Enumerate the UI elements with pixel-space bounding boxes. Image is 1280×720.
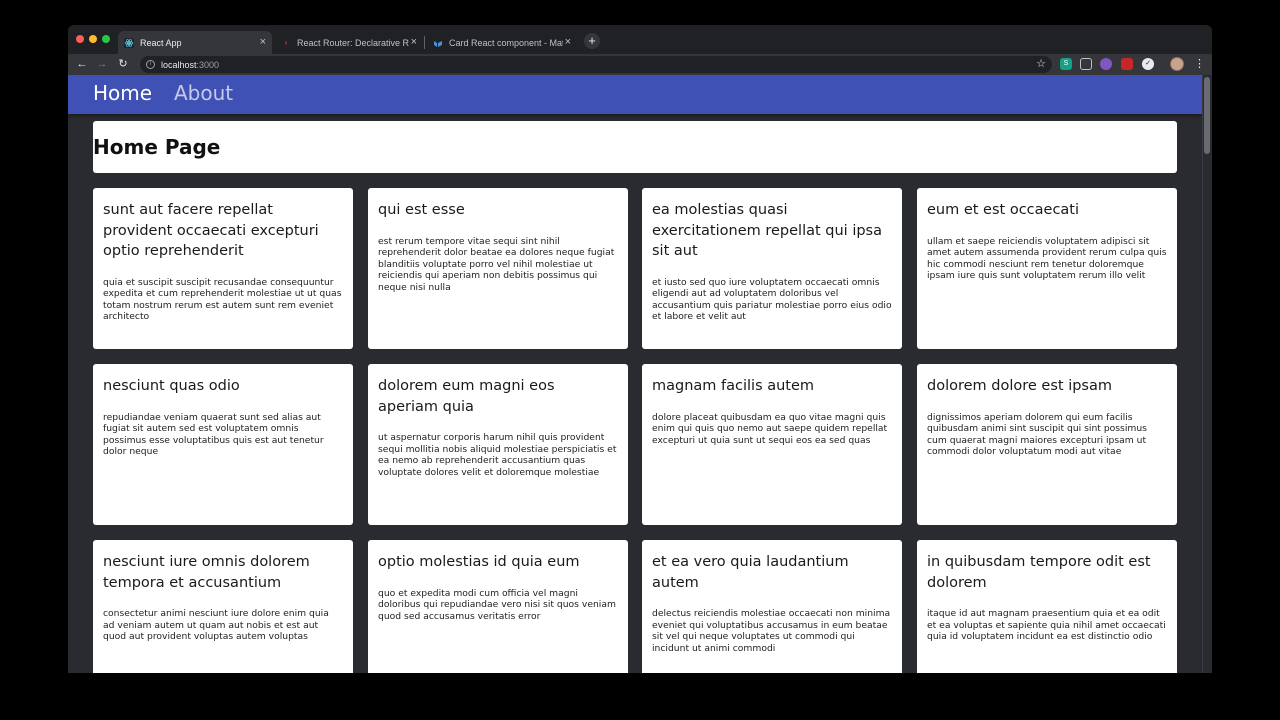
- react-icon: [124, 37, 134, 48]
- extension-icon[interactable]: [1080, 58, 1092, 70]
- url-port: :3000: [196, 59, 220, 70]
- react-router-icon: ›: [284, 38, 288, 47]
- back-arrow-icon[interactable]: ←: [75, 57, 89, 71]
- card-body: ullam et saepe reiciendis voluptatem adi…: [927, 235, 1167, 282]
- card-title: in quibusdam tempore odit est dolorem: [927, 554, 1151, 591]
- card[interactable]: optio molestias id quia eum quo et exped…: [368, 540, 628, 673]
- mui-icon: [433, 38, 443, 48]
- card-title: nesciunt iure omnis dolorem tempora et a…: [103, 554, 310, 591]
- card-title: qui est esse: [378, 202, 465, 218]
- tab-close-icon[interactable]: ×: [411, 36, 417, 48]
- card[interactable]: sunt aut facere repellat provident occae…: [93, 188, 353, 349]
- window-minimize-button[interactable]: [89, 35, 97, 43]
- tab-divider: [424, 36, 425, 49]
- card[interactable]: nesciunt iure omnis dolorem tempora et a…: [93, 540, 353, 673]
- window-maximize-button[interactable]: [102, 35, 110, 43]
- card-body: dolore placeat quibusdam ea quo vitae ma…: [652, 411, 888, 446]
- url-host: localhost: [161, 59, 197, 70]
- tab-title: React App: [140, 37, 182, 48]
- new-tab-button[interactable]: +: [584, 33, 600, 49]
- reload-icon[interactable]: ↻: [116, 57, 130, 71]
- bookmark-star-icon[interactable]: ☆: [1036, 57, 1046, 70]
- extension-icon[interactable]: [1121, 58, 1133, 70]
- card[interactable]: in quibusdam tempore odit est dolorem it…: [917, 540, 1177, 673]
- page-header: Home Page: [93, 121, 1177, 173]
- card[interactable]: magnam facilis autem dolore placeat quib…: [642, 364, 902, 525]
- tab-close-icon[interactable]: ×: [565, 36, 571, 48]
- card-title: dolorem dolore est ipsam: [927, 378, 1112, 394]
- card[interactable]: dolorem dolore est ipsam dignissimos ape…: [917, 364, 1177, 525]
- card-body: quia et suscipit suscipit recusandae con…: [103, 276, 342, 323]
- page-title: Home Page: [93, 135, 221, 159]
- site-info-icon[interactable]: i: [146, 60, 155, 69]
- page-viewport: Home About Home Page sunt aut facere rep…: [68, 75, 1212, 673]
- card-title: sunt aut facere repellat provident occae…: [103, 202, 319, 259]
- nav-link-about[interactable]: About: [174, 81, 233, 105]
- menu-kebab-icon[interactable]: ⋮: [1194, 57, 1205, 70]
- window-close-button[interactable]: [76, 35, 84, 43]
- nav-link-home[interactable]: Home: [93, 81, 152, 105]
- card-title: et ea vero quia laudantium autem: [652, 554, 849, 591]
- card-body: delectus reiciendis molestiae occaecati …: [652, 608, 891, 654]
- vertical-scrollbar[interactable]: [1202, 75, 1212, 673]
- tab-title: React Router: Declarative Routing: [297, 37, 409, 48]
- card[interactable]: ea molestias quasi exercitationem repell…: [642, 188, 902, 349]
- forward-arrow-icon[interactable]: →: [95, 57, 109, 71]
- browser-toolbar: ← → ↻ i localhost:3000 ☆ S ✓ ⋮: [68, 54, 1212, 75]
- card-body: quo et expedita modi cum officia vel mag…: [378, 587, 616, 622]
- profile-avatar[interactable]: [1170, 57, 1184, 71]
- app-bar: Home About: [68, 75, 1202, 114]
- scrollbar-thumb[interactable]: [1204, 77, 1210, 154]
- card-body: est rerum tempore vitae sequi sint nihil…: [378, 235, 615, 293]
- card-body: repudiandae veniam quaerat sunt sed alia…: [103, 411, 324, 458]
- tab-react-router[interactable]: › React Router: Declarative Routing ×: [275, 31, 423, 54]
- card-body: dignissimos aperiam dolorem qui eum faci…: [927, 411, 1147, 458]
- card-body: et iusto sed quo iure voluptatem occaeca…: [652, 276, 892, 323]
- card-title: dolorem eum magni eos aperiam quia: [378, 378, 555, 415]
- tab-strip: React App × › React Router: Declarative …: [68, 25, 1212, 54]
- card-title: optio molestias id quia eum: [378, 554, 580, 570]
- card-body: ut aspernatur corporis harum nihil quis …: [378, 432, 617, 478]
- card[interactable]: nesciunt quas odio repudiandae veniam qu…: [93, 364, 353, 525]
- card[interactable]: et ea vero quia laudantium autem delectu…: [642, 540, 902, 673]
- tab-react-app[interactable]: React App ×: [118, 31, 272, 54]
- browser-window: React App × › React Router: Declarative …: [68, 25, 1212, 673]
- card-title: ea molestias quasi exercitationem repell…: [652, 202, 882, 259]
- extension-icon[interactable]: S: [1060, 58, 1072, 70]
- extension-icon[interactable]: [1100, 58, 1112, 70]
- card-title: eum et est occaecati: [927, 202, 1080, 218]
- address-bar[interactable]: i localhost:3000 ☆: [140, 56, 1052, 73]
- tab-close-icon[interactable]: ×: [260, 36, 266, 48]
- tab-material-card[interactable]: Card React component - Material ×: [427, 31, 577, 54]
- card-title: nesciunt quas odio: [103, 378, 240, 394]
- card[interactable]: dolorem eum magni eos aperiam quia ut as…: [368, 364, 628, 525]
- card[interactable]: eum et est occaecati ullam et saepe reic…: [917, 188, 1177, 349]
- card-body: itaque id aut magnam praesentium quia et…: [927, 608, 1166, 642]
- card-body: consectetur animi nesciunt iure dolore e…: [103, 608, 329, 642]
- card-title: magnam facilis autem: [652, 378, 815, 394]
- extension-icon[interactable]: ✓: [1142, 58, 1154, 70]
- tab-title: Card React component - Material: [449, 37, 563, 48]
- card[interactable]: qui est esse est rerum tempore vitae seq…: [368, 188, 628, 349]
